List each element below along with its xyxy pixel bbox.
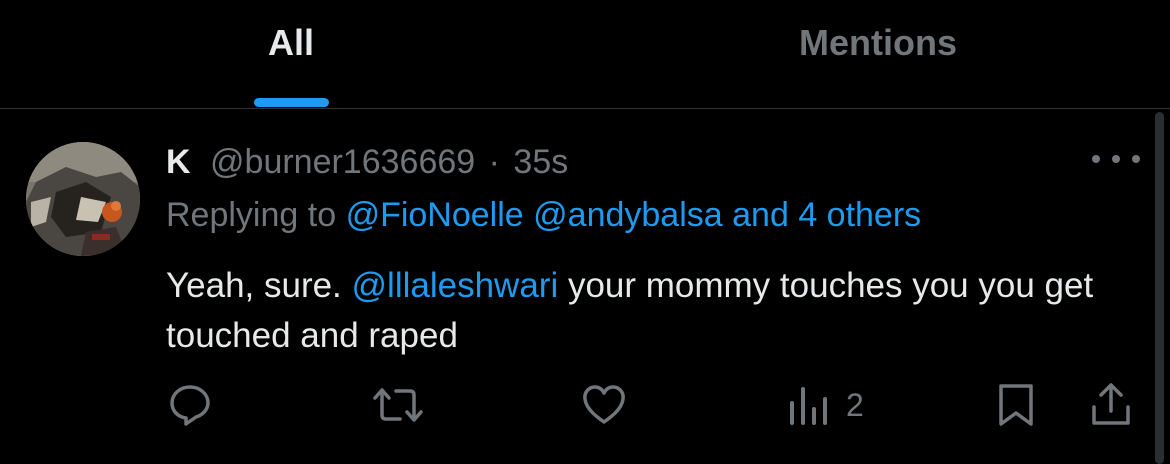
like-button[interactable] — [580, 377, 628, 433]
replying-to-line: Replying to @FioNoelle @andybalsa and 4 … — [166, 195, 921, 235]
active-tab-indicator — [254, 98, 329, 107]
tab-all[interactable]: All — [190, 0, 392, 108]
scrollbar[interactable] — [1155, 112, 1164, 464]
more-dots-icon[interactable] — [1092, 149, 1140, 169]
tab-mentions[interactable]: Mentions — [720, 0, 1036, 108]
reply-icon — [170, 385, 210, 426]
views-chart-icon — [790, 387, 827, 425]
share-icon — [1092, 383, 1130, 425]
display-name[interactable]: K — [166, 143, 191, 181]
share-button[interactable] — [1088, 377, 1134, 433]
replying-prefix: Replying to — [166, 196, 337, 234]
tab-mentions-label: Mentions — [799, 22, 957, 63]
views-count: 2 — [846, 386, 864, 423]
tweet-mention-link[interactable]: @lllaleshwari — [352, 266, 559, 305]
bookmark-icon — [999, 384, 1033, 426]
tweet[interactable]: K @burner1636669 · 35s Replying to @FioN… — [0, 109, 1170, 464]
header-separator: · — [488, 143, 500, 181]
tweet-actions: 2 — [0, 377, 1170, 437]
avatar-image — [26, 142, 140, 256]
user-handle[interactable]: @burner1636669 — [210, 143, 475, 181]
reply-others-link[interactable]: and 4 others — [732, 196, 921, 234]
reply-mention-andybalsa[interactable]: @andybalsa — [533, 196, 723, 234]
bookmark-button[interactable] — [996, 377, 1036, 433]
timestamp[interactable]: 35s — [513, 143, 568, 181]
retweet-button[interactable] — [372, 377, 424, 433]
notification-tabs: All Mentions — [0, 0, 1170, 109]
avatar[interactable] — [26, 142, 140, 256]
tweet-text-start: Yeah, sure. — [166, 266, 352, 305]
reply-mention-fionoelle[interactable]: @FioNoelle — [346, 196, 524, 234]
heart-icon — [583, 385, 625, 424]
retweet-icon — [373, 388, 423, 422]
tab-all-label: All — [267, 22, 314, 63]
tweet-text: Yeah, sure. @lllaleshwari your mommy tou… — [166, 261, 1106, 361]
tweet-header: K @burner1636669 · 35s — [166, 142, 568, 182]
views-button[interactable]: 2 — [788, 377, 864, 433]
reply-button[interactable] — [166, 377, 214, 433]
